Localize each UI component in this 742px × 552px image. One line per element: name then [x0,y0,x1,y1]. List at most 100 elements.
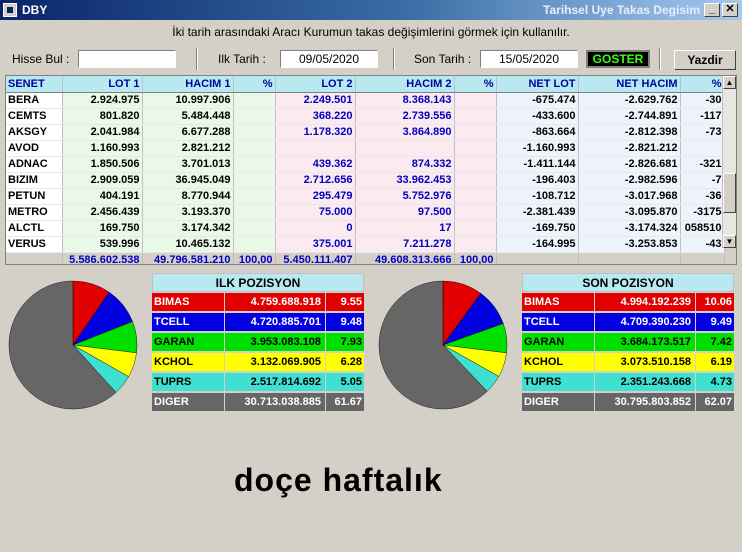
table-row[interactable]: PETUN 404.191 8.770.944 295.479 5.752.976 -10… [6,188,725,205]
position-row: TUPRS 2.517.814.692 5.05 [152,373,364,392]
position-row: KCHOL 3.132.069.905 6.28 [152,353,364,372]
cell: 7.211.278 [355,236,455,253]
position-name: TCELL [522,313,594,331]
position-row: DIGER 30.713.038.885 61.67 [152,393,364,412]
cell [6,252,63,264]
scroll-down-icon[interactable]: ▼ [723,235,736,248]
table-row[interactable]: CEMTS 801.820 5.484.448 368.220 2.739.556 -43… [6,108,725,125]
position-row: GARAN 3.684.173.517 7.42 [522,333,734,352]
cell [355,140,455,157]
cell [454,124,497,141]
table-row[interactable]: VERUS 539.996 10.465.132 375.001 7.211.278 -1… [6,236,725,253]
cell: 5.484.448 [142,108,234,125]
yazdir-button[interactable]: Yazdir [674,50,736,70]
position-row: TCELL 4.720.885.701 9.48 [152,313,364,332]
cell: -164.995 [496,236,579,253]
column-header: LOT 2 [275,76,356,93]
cell: 6.677.288 [142,124,234,141]
cell: -433.600 [496,108,579,125]
position-name: BIMAS [522,293,594,311]
position-value: 2.351.243.668 [595,373,695,391]
son-pozisyon-pie-chart [378,280,508,410]
cell: 058510 [680,220,725,237]
cell: 2.041.984 [62,124,143,141]
cell: AVOD [6,140,63,157]
cell: 100,00 [233,252,276,264]
ilk-tarih-input[interactable]: 09/05/2020 [280,50,378,68]
cell [233,204,276,221]
cell: -2.381.439 [496,204,579,221]
son-tarih-input[interactable]: 15/05/2020 [480,50,578,68]
cell: 1.178.320 [275,124,356,141]
table-row[interactable]: AKSGY 2.041.984 6.677.288 1.178.320 3.864.89… [6,124,725,141]
cell: 3.174.342 [142,220,234,237]
column-header: % [454,76,497,93]
position-value: 30.713.038.885 [225,393,325,411]
cell [233,172,276,189]
cell: -2.982.596 [578,172,681,189]
position-value: 3.684.173.517 [595,333,695,351]
cell: 5.586.602.538 [62,252,143,264]
column-header: NET HACIM [578,76,681,93]
position-name: TUPRS [522,373,594,391]
cell: 2.456.439 [62,204,143,221]
cell: -2.812.398 [578,124,681,141]
cell [454,140,497,157]
cell: 2.739.556 [355,108,455,125]
app-icon[interactable] [3,3,17,17]
cell: 2.821.212 [142,140,234,157]
table-row[interactable]: BERA 2.924.975 10.997.906 2.249.501 8.368.14… [6,92,725,109]
cell [454,108,497,125]
ilk-pozisyon-pie-chart [8,280,138,410]
table-row[interactable]: ADNAC 1.850.506 3.701.013 439.362 874.332 -1.… [6,156,725,173]
position-row: DIGER 30.795.803.852 62.07 [522,393,734,412]
position-name: BIMAS [152,293,224,311]
cell: BIZIM [6,172,63,189]
cell: -3.017.968 [578,188,681,205]
table-row[interactable]: ALCTL 169.750 3.174.342 0 17 -169.750 -3.174.3… [6,220,725,237]
close-icon[interactable]: ✕ [722,3,738,17]
cell: -36 [680,188,725,205]
scroll-thumb[interactable] [723,173,736,213]
vertical-scrollbar[interactable]: ▲ ▼ [722,76,736,248]
cell [233,108,276,125]
column-header: HACIM 1 [142,76,234,93]
table-row[interactable]: AVOD 1.160.993 2.821.212 -1.160.993 -2.821.2… [6,140,725,157]
table-row[interactable]: METRO 2.456.439 3.193.370 75.000 97.500 -2.38… [6,204,725,221]
position-value: 4.994.192.239 [595,293,695,311]
cell [233,188,276,205]
cell: 1.850.506 [62,156,143,173]
cell: 49.796.581.210 [142,252,234,264]
table-row[interactable]: BIZIM 2.909.059 36.945.049 2.712.656 33.962.… [6,172,725,189]
column-header: HACIM 2 [355,76,455,93]
position-value: 3.953.083.108 [225,333,325,351]
scroll-up-icon[interactable]: ▲ [723,76,736,89]
cell: 539.996 [62,236,143,253]
cell [454,172,497,189]
column-header: LOT 1 [62,76,143,93]
cell: -3.253.853 [578,236,681,253]
son-pozisyon-panel: SON POZISYON BIMAS 4.994.192.239 10.06 TCEL… [522,273,734,412]
position-row: BIMAS 4.759.688.918 9.55 [152,293,364,312]
cell [454,220,497,237]
hint-text: İki tarih arasındaki Aracı Kurumun takas… [172,25,570,39]
cell: METRO [6,204,63,221]
cell [233,124,276,141]
goster-button[interactable]: GOSTER [586,50,650,68]
position-name: TUPRS [152,373,224,391]
ilk-pozisyon-title: ILK POZISYON [152,273,364,292]
cell: -321 [680,156,725,173]
cell: 169.750 [62,220,143,237]
minimize-icon[interactable]: _ [704,3,720,17]
hisse-search-input[interactable] [78,50,176,68]
cell: -2.744.891 [578,108,681,125]
takas-grid[interactable]: SENET LOT 1 HACIM 1% LOT 2 HACIM 2% NET LOT NE… [5,75,737,265]
cell: 2.712.656 [275,172,356,189]
cell [233,220,276,237]
position-value: 4.709.390.230 [595,313,695,331]
position-percent: 4.73 [696,373,734,391]
cell [454,204,497,221]
cell: -2.826.681 [578,156,681,173]
cell: -169.750 [496,220,579,237]
window-title: Tarihsel Uye Takas Degisim [543,3,700,17]
